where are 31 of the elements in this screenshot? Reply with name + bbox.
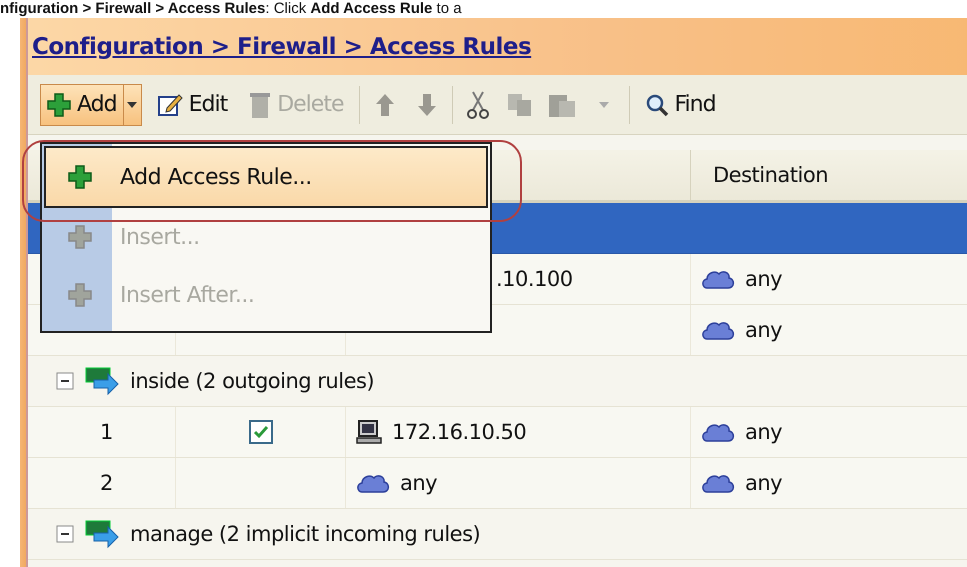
plus-icon [68,225,92,249]
source-address: .10.100 [496,267,573,291]
destination-address: any [745,471,782,495]
menu-item[interactable]: Add Access Rule... [44,146,488,208]
search-icon [644,92,668,116]
checkmark-icon [252,425,268,439]
group-label: manage (2 implicit incoming rules) [130,522,480,546]
computer-icon [356,419,382,445]
interface-icon [84,519,120,549]
trash-icon [249,90,272,118]
column-header[interactable]: Destination [690,150,967,200]
edit-icon [156,92,183,118]
source-address: any [400,471,438,495]
plus-icon [47,92,71,116]
add-button[interactable]: Add [40,84,142,126]
rule-number: 2 [100,471,113,495]
caption-text: nfiguration > Firewall > Access Rules: Click Add Access Rule to a [0,0,462,18]
destination-address: any [745,267,782,291]
group-label: inside (2 outgoing rules) [130,369,374,393]
toolbar-button[interactable]: Edit [150,84,234,126]
plus-icon [68,165,92,189]
checkbox[interactable] [248,420,272,444]
collapse-icon[interactable] [56,525,74,543]
destination-address: any [745,420,782,444]
rule-number: 1 [100,420,113,444]
destination-address: any [745,318,782,342]
interface-icon [84,366,120,396]
source-address: 172.16.10.50 [392,420,526,444]
toolbar-button[interactable]: Find [638,84,723,126]
collapse-icon[interactable] [56,372,74,390]
plus-icon [68,283,92,307]
